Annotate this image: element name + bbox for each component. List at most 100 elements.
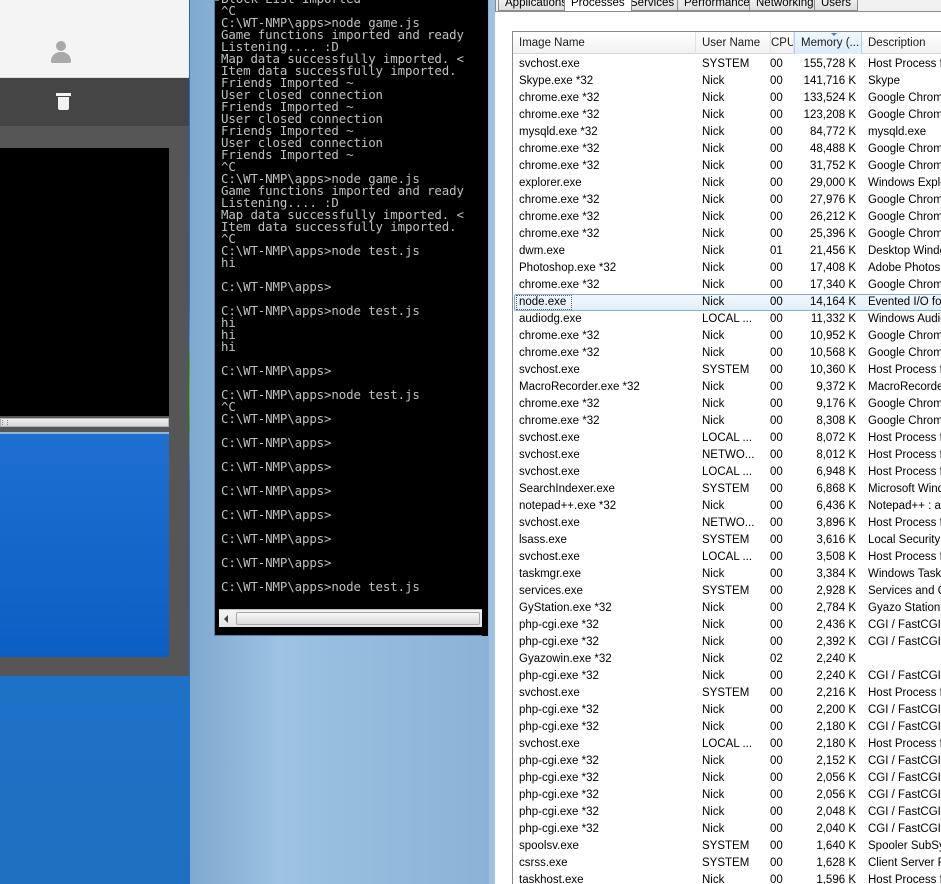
memory-cell: 14,164 K [809, 296, 856, 308]
table-row[interactable]: svchost.exe NETWO... 00 8,012 K Host Process… [513, 447, 941, 464]
table-row[interactable]: notepad++.exe *32 Nick 00 6,436 K Notepad++ … [513, 498, 941, 515]
scroll-left-arrow-icon[interactable] [224, 615, 228, 623]
trash-icon[interactable] [56, 93, 71, 110]
image-name-cell: svchost.exe [519, 432, 580, 444]
table-row[interactable]: audiodg.exe LOCAL ... 00 11,332 K Windows Au… [513, 311, 941, 328]
user-icon[interactable] [51, 41, 71, 63]
description-cell: Local Security A [868, 534, 941, 546]
table-row[interactable]: php-cgi.exe *32 Nick 00 2,048 K CGI / FastCG… [513, 804, 941, 821]
table-row[interactable]: svchost.exe LOCAL ... 00 8,072 K Host Proces… [513, 430, 941, 447]
memory-cell: 10,360 K [809, 364, 856, 376]
description-cell: CGI / FastCGI [868, 806, 941, 818]
table-row[interactable]: Skype.exe *32 Nick 00 141,716 K Skype [513, 73, 941, 90]
description-cell: Host Process fo [868, 432, 941, 444]
cmd-vertical-scrollbar[interactable] [482, 0, 488, 636]
table-row[interactable]: svchost.exe SYSTEM 00 10,360 K Host Process … [513, 362, 941, 379]
image-name-cell: mysqld.exe *32 [519, 126, 598, 138]
description-cell: Client Server R [868, 857, 941, 869]
table-row[interactable]: services.exe SYSTEM 00 2,928 K Services and … [513, 583, 941, 600]
column-memory[interactable]: Memory (... [794, 32, 862, 54]
table-row[interactable]: php-cgi.exe *32 Nick 00 2,152 K CGI / FastCG… [513, 753, 941, 770]
tab-networking[interactable]: Networking [749, 0, 821, 11]
image-name-cell: svchost.exe [519, 449, 580, 461]
memory-cell: 10,952 K [809, 330, 856, 342]
cmd-line: Item data successfully imported. [221, 219, 457, 234]
table-row[interactable]: php-cgi.exe *32 Nick 00 2,180 K CGI / FastCG… [513, 719, 941, 736]
table-row[interactable]: php-cgi.exe *32 Nick 00 2,392 K CGI / FastCG… [513, 634, 941, 651]
table-row[interactable]: svchost.exe LOCAL ... 00 6,948 K Host Proces… [513, 464, 941, 481]
user-name-cell: Nick [702, 398, 725, 410]
table-row[interactable]: taskhost.exeNick001,596 KHost Process fo [513, 872, 941, 884]
memory-cell: 10,568 K [809, 347, 856, 359]
description-cell: Host Process fo [868, 449, 941, 461]
table-row[interactable]: Gyazowin.exe *32 Nick 02 2,240 K [513, 651, 941, 668]
table-row[interactable]: chrome.exe *32Nick009,176 KGoogle Chrome [513, 396, 941, 413]
table-row[interactable]: svchost.exeSYSTEM002,216 KHost Process f… [513, 685, 941, 702]
table-row[interactable]: php-cgi.exe *32 Nick 00 2,200 K CGI / FastCG… [513, 702, 941, 719]
memory-cell: 9,372 K [816, 381, 856, 393]
table-row[interactable]: svchost.exe NETWO... 00 3,896 K Host Process… [513, 515, 941, 532]
column-cpu[interactable]: CPU [771, 32, 794, 54]
table-row[interactable]: svchost.exe LOCAL ... 00 2,180 K Host Proces… [513, 736, 941, 753]
memory-cell: 9,176 K [816, 398, 856, 410]
table-row[interactable]: php-cgi.exe *32 Nick 00 2,040 K CGI / FastCG… [513, 821, 941, 838]
table-row[interactable]: dwm.exe Nick 01 21,456 K Desktop Windo [513, 243, 941, 260]
description-cell: CGI / FastCGI [868, 772, 941, 784]
table-row[interactable]: MacroRecorder.exe *32 Nick 00 9,372 K MacroR… [513, 379, 941, 396]
video-preview[interactable] [0, 148, 169, 416]
tab-applications[interactable]: Applications [498, 0, 575, 11]
table-row[interactable]: SearchIndexer.exe SYSTEM 00 6,868 K Microsof… [513, 481, 941, 498]
cmd-console[interactable]: Block List Imported ~^CC:\WT-NMP\apps>no… [219, 0, 482, 609]
memory-cell: 155,728 K [803, 58, 856, 70]
table-row[interactable]: mysqld.exe *32 Nick 00 84,772 Kmysqld.exe [513, 124, 941, 141]
table-row[interactable]: chrome.exe *32Nick0031,752 KGoogle Chrom… [513, 158, 941, 175]
tab-services[interactable]: Services [623, 0, 682, 11]
column-description[interactable]: Description [862, 32, 941, 54]
scrollbar-thumb[interactable] [236, 612, 480, 625]
table-row[interactable]: svchost.exe LOCAL ... 00 3,508 K Host Proces… [513, 549, 941, 566]
table-row[interactable]: lsass.exeSYSTEM003,616 KLocal Security A [513, 532, 941, 549]
table-row[interactable]: chrome.exe *32 Nick 00 123,208 K Google Chro… [513, 107, 941, 124]
table-row[interactable]: chrome.exe *32Nick0026,212 KGoogle Chrom… [513, 209, 941, 226]
table-row[interactable]: chrome.exe *32Nick0010,952 KGoogle Chrom… [513, 328, 941, 345]
cmd-horizontal-scrollbar[interactable] [219, 609, 482, 627]
table-row[interactable]: svchost.exe SYSTEM 00 155,728 K Host Process… [513, 56, 941, 73]
image-name-cell: chrome.exe *32 [519, 143, 600, 155]
table-row[interactable]: chrome.exe *32Nick0027,976 KGoogle Chrom… [513, 192, 941, 209]
table-row[interactable]: csrss.exe SYSTEM 00 1,628 K Client Server R [513, 855, 941, 872]
table-row[interactable]: chrome.exe *32Nick0025,396 KGoogle Chrom… [513, 226, 941, 243]
column-image-name[interactable]: Image Name [513, 32, 696, 54]
user-name-cell: Nick [702, 500, 725, 512]
table-row[interactable]: taskmgr.exe Nick 00 3,384 K Windows Task I [513, 566, 941, 583]
image-name-cell: node.exe [519, 296, 567, 308]
description-cell: Host Process fo [868, 874, 941, 884]
user-name-cell: LOCAL ... [702, 466, 753, 478]
table-row[interactable]: Photoshop.exe *32 Nick 00 17,408 K Adobe Pho… [513, 260, 941, 277]
description-cell: CGI / FastCGI [868, 636, 941, 648]
image-name-cell: php-cgi.exe *32 [519, 721, 599, 733]
table-row[interactable]: php-cgi.exe *32 Nick 00 2,240 K CGI / FastCG… [513, 668, 941, 685]
table-row[interactable]: chrome.exe *32Nick0017,340 KGoogle Chrom… [513, 277, 941, 294]
table-row[interactable]: explorer.exe Nick 00 29,000 K Windows Explo [513, 175, 941, 192]
column-user-name[interactable]: User Name [696, 32, 771, 54]
tab-users[interactable]: Users [814, 0, 859, 11]
table-row[interactable]: GyStation.exe *32 Nick 00 2,784 K Gyazo Stat… [513, 600, 941, 617]
memory-cell: 141,716 K [803, 75, 856, 87]
process-list[interactable]: Image Name User Name CPU Memory (... Des… [512, 31, 941, 884]
video-scrollbar[interactable] [0, 418, 169, 427]
memory-cell: 2,180 K [816, 738, 856, 750]
table-row[interactable]: chrome.exe *32Nick0048,488 KGoogle Chrom… [513, 141, 941, 158]
description-cell: CGI / FastCGI [868, 619, 941, 631]
table-row[interactable]: chrome.exe *32Nick008,308 KGoogle Chrome [513, 413, 941, 430]
memory-cell: 8,308 K [816, 415, 856, 427]
table-row[interactable]: php-cgi.exe *32 Nick 00 2,436 K CGI / FastCG… [513, 617, 941, 634]
table-row[interactable]: php-cgi.exe *32 Nick 00 2,056 K CGI / FastCG… [513, 787, 941, 804]
table-row[interactable]: chrome.exe *32 Nick 00 133,524 K Google Chro… [513, 90, 941, 107]
table-row[interactable]: php-cgi.exe *32 Nick 00 2,056 K CGI / FastCG… [513, 770, 941, 787]
table-row[interactable]: spoolsv.exeSYSTEM001,640 KSpooler SubSys [513, 838, 941, 855]
tab-performance[interactable]: Performance [677, 0, 757, 11]
table-row[interactable]: chrome.exe *32Nick0010,568 KGoogle Chrom… [513, 345, 941, 362]
tab-processes[interactable]: Processes [564, 0, 632, 11]
task-manager-tabs: Applications Processes Services Performa… [495, 0, 941, 11]
table-row[interactable]: node.exe Nick 00 14,164 K Evented I/O fo [513, 294, 941, 311]
